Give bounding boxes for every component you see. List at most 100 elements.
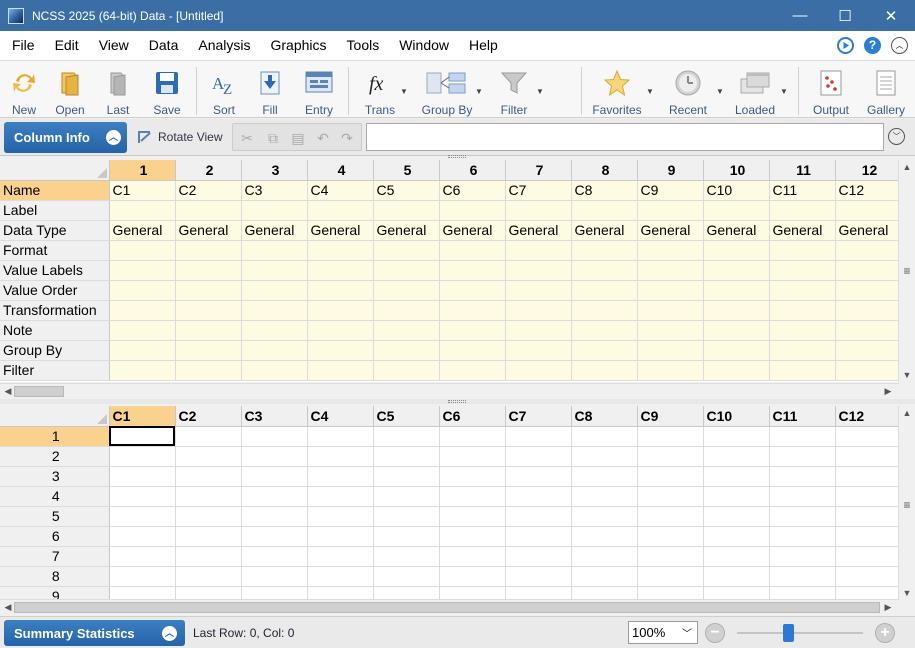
column-header[interactable]: C1 — [109, 406, 176, 427]
chevron-down-icon[interactable]: ▼ — [400, 87, 408, 96]
entry-button[interactable]: Entry — [302, 67, 336, 117]
info-cell[interactable] — [307, 320, 374, 341]
data-cell[interactable] — [373, 426, 440, 447]
data-cell[interactable] — [307, 486, 374, 507]
info-cell[interactable] — [571, 240, 638, 261]
data-cell[interactable] — [241, 526, 308, 547]
info-cell[interactable]: C5 — [373, 180, 440, 201]
scroll-up-icon[interactable]: ▲ — [899, 162, 915, 172]
data-cell[interactable] — [835, 446, 899, 467]
info-cell[interactable]: General — [703, 220, 770, 241]
data-cell[interactable] — [373, 526, 440, 547]
info-cell[interactable] — [307, 240, 374, 261]
data-cell[interactable] — [373, 446, 440, 467]
info-cell[interactable]: General — [505, 220, 572, 241]
data-cell[interactable] — [373, 466, 440, 487]
info-cell[interactable]: C2 — [175, 180, 242, 201]
column-number-header[interactable]: 9 — [637, 160, 704, 181]
save-button[interactable]: Save — [151, 67, 183, 117]
expand-down-icon[interactable]: ﹀ — [888, 128, 905, 145]
info-cell[interactable] — [373, 200, 440, 221]
data-cell[interactable] — [241, 566, 308, 587]
data-cell[interactable] — [241, 506, 308, 527]
filter-button[interactable]: Filter ▼ — [498, 67, 544, 117]
grid-corner[interactable] — [0, 160, 110, 181]
fill-button[interactable]: Fill — [254, 67, 286, 117]
data-cell[interactable] — [703, 506, 770, 527]
info-cell[interactable] — [175, 300, 242, 321]
data-cell[interactable] — [307, 566, 374, 587]
data-cell[interactable] — [307, 546, 374, 567]
menu-file[interactable]: File — [2, 31, 45, 60]
data-cell[interactable] — [307, 466, 374, 487]
info-cell[interactable] — [637, 340, 704, 361]
info-cell[interactable] — [175, 200, 242, 221]
data-cell[interactable] — [703, 566, 770, 587]
data-cell[interactable] — [307, 446, 374, 467]
rotate-view-button[interactable]: Rotate View — [136, 128, 222, 146]
info-cell[interactable]: C10 — [703, 180, 770, 201]
info-cell[interactable] — [835, 360, 899, 381]
data-cell[interactable] — [439, 546, 506, 567]
data-cell[interactable] — [241, 586, 308, 600]
info-cell[interactable]: General — [769, 220, 836, 241]
column-header[interactable]: C2 — [175, 406, 242, 427]
data-cell[interactable] — [571, 506, 638, 527]
copy-icon[interactable]: ⧉ — [265, 130, 281, 146]
new-button[interactable]: New — [8, 67, 40, 117]
info-cell[interactable] — [769, 320, 836, 341]
data-cell[interactable] — [175, 566, 242, 587]
data-cell[interactable] — [439, 446, 506, 467]
data-cell[interactable] — [373, 546, 440, 567]
info-cell[interactable] — [373, 320, 440, 341]
info-cell[interactable] — [769, 200, 836, 221]
menu-analysis[interactable]: Analysis — [188, 31, 260, 60]
info-cell[interactable] — [109, 320, 176, 341]
info-cell[interactable]: General — [307, 220, 374, 241]
info-cell[interactable] — [571, 300, 638, 321]
column-number-header[interactable]: 1 — [109, 160, 176, 181]
data-cell[interactable] — [373, 586, 440, 600]
info-cell[interactable] — [703, 300, 770, 321]
data-cell[interactable] — [637, 586, 704, 600]
data-cell[interactable] — [175, 466, 242, 487]
data-cell[interactable] — [571, 486, 638, 507]
chevron-down-icon[interactable]: ▼ — [780, 87, 788, 96]
data-cell[interactable] — [439, 586, 506, 600]
column-number-header[interactable]: 12 — [835, 160, 899, 181]
info-cell[interactable] — [571, 200, 638, 221]
cut-icon[interactable]: ✂ — [239, 130, 255, 146]
row-label[interactable]: Note — [0, 320, 110, 341]
data-cell[interactable] — [835, 546, 899, 567]
info-cell[interactable] — [439, 360, 506, 381]
data-cell[interactable] — [505, 526, 572, 547]
data-cell[interactable] — [769, 586, 836, 600]
menu-edit[interactable]: Edit — [45, 31, 89, 60]
data-cell[interactable] — [307, 426, 374, 447]
data-hscroll[interactable]: ◀ ▶ — [0, 599, 899, 615]
data-cell[interactable] — [241, 486, 308, 507]
info-cell[interactable] — [769, 240, 836, 261]
info-cell[interactable] — [241, 300, 308, 321]
open-button[interactable]: Open — [54, 67, 86, 117]
info-cell[interactable] — [175, 340, 242, 361]
splitter-grip[interactable] — [448, 155, 466, 158]
data-cell[interactable] — [769, 446, 836, 467]
column-header[interactable]: C3 — [241, 406, 308, 427]
info-cell[interactable] — [769, 360, 836, 381]
row-label[interactable]: Value Labels — [0, 260, 110, 281]
column-info-hscroll[interactable]: ◀ ▶ — [0, 383, 899, 399]
data-cell[interactable] — [241, 426, 308, 447]
info-cell[interactable]: C7 — [505, 180, 572, 201]
collapse-ribbon-icon[interactable]: ︿ — [891, 37, 908, 54]
data-cell[interactable] — [439, 426, 506, 447]
data-cell[interactable] — [109, 586, 176, 600]
info-cell[interactable] — [241, 260, 308, 281]
chevron-down-icon[interactable]: ▼ — [536, 87, 544, 96]
info-cell[interactable] — [109, 200, 176, 221]
row-label[interactable]: Group By — [0, 340, 110, 361]
info-cell[interactable]: General — [439, 220, 506, 241]
maximize-button[interactable]: ☐ — [822, 0, 868, 31]
data-cell[interactable] — [769, 426, 836, 447]
data-cell[interactable] — [109, 446, 176, 467]
